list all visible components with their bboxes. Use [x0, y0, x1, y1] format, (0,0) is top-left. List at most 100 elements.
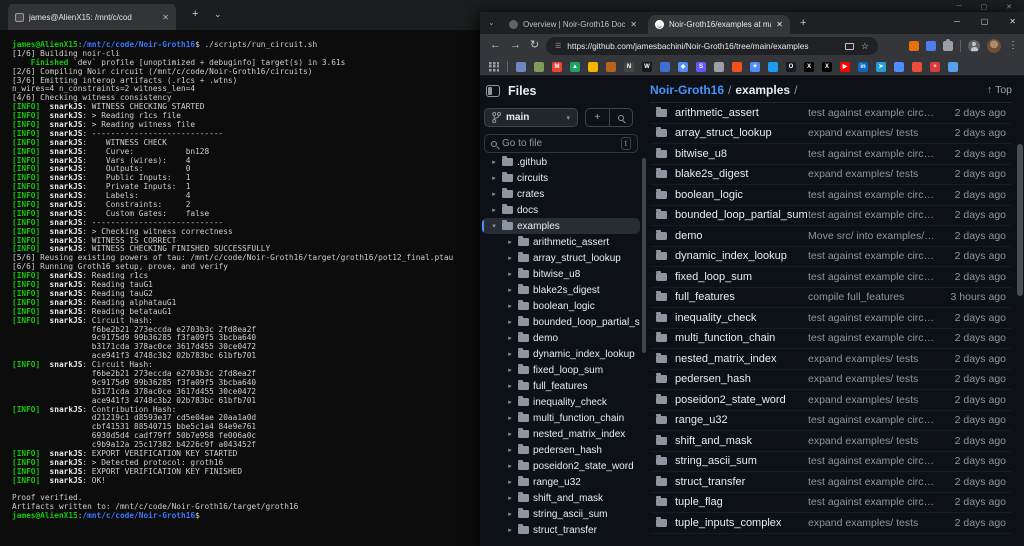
- commit-message-link[interactable]: expand examples/ tests: [808, 394, 944, 406]
- file-name-link[interactable]: pedersen_hash: [675, 373, 751, 385]
- chevron-right-icon[interactable]: ▸: [506, 462, 514, 470]
- tree-item-multi_function_chain[interactable]: ▸multi_function_chain: [482, 410, 640, 426]
- tree-item-pedersen_hash[interactable]: ▸pedersen_hash: [482, 442, 640, 458]
- tree-item-blake2s_digest[interactable]: ▸blake2s_digest: [482, 282, 640, 298]
- add-file-button[interactable]: +: [586, 109, 610, 126]
- branch-selector[interactable]: main ▾: [484, 108, 578, 127]
- tree-item-.github[interactable]: ▸.github: [482, 154, 640, 170]
- commit-message-link[interactable]: test against example circuits: [808, 271, 944, 283]
- commit-message-link[interactable]: test against example circuits: [808, 189, 944, 201]
- file-name-cell[interactable]: struct_transfer: [656, 476, 808, 488]
- browser-close-button[interactable]: ✕: [1009, 17, 1016, 26]
- file-name-link[interactable]: range_u32: [675, 414, 728, 426]
- chevron-right-icon[interactable]: ▸: [506, 446, 514, 454]
- file-name-link[interactable]: boolean_logic: [675, 189, 743, 201]
- forward-button[interactable]: →: [510, 39, 521, 52]
- file-name-link[interactable]: tuple_flag: [675, 496, 723, 508]
- terminal-tab[interactable]: james@AlienX15: /mnt/c/cod ✕: [8, 4, 176, 30]
- commit-message-link[interactable]: expand examples/ tests: [808, 353, 944, 365]
- commit-message-link[interactable]: expand examples/ tests: [808, 435, 944, 447]
- file-name-cell[interactable]: shift_and_mask: [656, 435, 808, 447]
- file-name-cell[interactable]: string_ascii_sum: [656, 455, 808, 467]
- tree-item-full_features[interactable]: ▸full_features: [482, 378, 640, 394]
- file-name-link[interactable]: arithmetic_assert: [675, 107, 759, 119]
- page-scrollbar[interactable]: [1017, 144, 1023, 296]
- commit-message-link[interactable]: test against example circuits: [808, 455, 944, 467]
- file-name-link[interactable]: blake2s_digest: [675, 168, 748, 180]
- tree-item-examples[interactable]: ▾examples: [482, 218, 640, 234]
- file-name-cell[interactable]: tuple_flag: [656, 496, 808, 508]
- file-name-link[interactable]: poseidon2_state_word: [675, 394, 786, 406]
- file-name-link[interactable]: full_features: [675, 291, 735, 303]
- bookmark-favicon[interactable]: ▶: [840, 62, 850, 72]
- terminal-output[interactable]: james@AlienX15:/mnt/c/code/Noir-Groth16$…: [12, 41, 453, 521]
- sidebar-scrollbar[interactable]: [642, 158, 646, 353]
- chevron-right-icon[interactable]: ▸: [490, 206, 498, 214]
- tree-item-boolean_logic[interactable]: ▸boolean_logic: [482, 298, 640, 314]
- terminal-tab-close-icon[interactable]: ✕: [162, 13, 169, 22]
- chevron-right-icon[interactable]: ▸: [506, 430, 514, 438]
- commit-message-link[interactable]: Move src/ into examples/demo: [808, 230, 944, 242]
- tree-item-poseidon2_state_word[interactable]: ▸poseidon2_state_word: [482, 458, 640, 474]
- tree-item-crates[interactable]: ▸crates: [482, 186, 640, 202]
- commit-message-link[interactable]: expand examples/ tests: [808, 373, 944, 385]
- file-name-cell[interactable]: range_u32: [656, 414, 808, 426]
- commit-message-link[interactable]: expand examples/ tests: [808, 168, 944, 180]
- file-name-link[interactable]: struct_transfer: [675, 476, 745, 488]
- file-name-cell[interactable]: inequality_check: [656, 312, 808, 324]
- tree-item-nested_matrix_index[interactable]: ▸nested_matrix_index: [482, 426, 640, 442]
- chevron-right-icon[interactable]: ▸: [506, 398, 514, 406]
- search-code-button[interactable]: [610, 109, 633, 126]
- tab-search-icon[interactable]: ⌄: [488, 18, 495, 27]
- tree-item-array_struct_lookup[interactable]: ▸array_struct_lookup: [482, 250, 640, 266]
- new-tab-button[interactable]: +: [800, 17, 806, 29]
- bookmark-favicon[interactable]: [588, 62, 598, 72]
- file-name-cell[interactable]: tuple_inputs_complex: [656, 517, 808, 529]
- file-name-link[interactable]: dynamic_index_lookup: [675, 250, 787, 262]
- bookmark-favicon[interactable]: [714, 62, 724, 72]
- browser-maximize-button[interactable]: ▢: [981, 17, 989, 26]
- bookmark-favicon[interactable]: in: [858, 62, 868, 72]
- bookmark-favicon[interactable]: [732, 62, 742, 72]
- site-info-icon[interactable]: ☰: [555, 42, 561, 50]
- bookmark-favicon[interactable]: ✦: [750, 62, 760, 72]
- bookmark-favicon[interactable]: S: [696, 62, 706, 72]
- chevron-right-icon[interactable]: ▸: [490, 174, 498, 182]
- bookmark-favicon[interactable]: [894, 62, 904, 72]
- terminal-tab-dropdown-icon[interactable]: ⌄: [214, 9, 222, 20]
- file-name-link[interactable]: bitwise_u8: [675, 148, 727, 160]
- bookmark-favicon[interactable]: [516, 62, 526, 72]
- tree-item-struct_transfer[interactable]: ▸struct_transfer: [482, 522, 640, 538]
- chevron-right-icon[interactable]: ▸: [506, 334, 514, 342]
- extension-icon[interactable]: [926, 41, 936, 51]
- back-to-top-button[interactable]: ↑ Top: [987, 84, 1012, 96]
- file-name-cell[interactable]: bitwise_u8: [656, 148, 808, 160]
- chevron-right-icon[interactable]: ▸: [506, 382, 514, 390]
- commit-message-link[interactable]: test against example circuits: [808, 209, 944, 221]
- bookmark-favicon[interactable]: ▲: [570, 62, 580, 72]
- file-name-cell[interactable]: bounded_loop_partial_sum: [656, 209, 808, 221]
- bookmark-favicon[interactable]: N: [624, 62, 634, 72]
- profile-avatar[interactable]: [987, 39, 1001, 53]
- chevron-right-icon[interactable]: ▸: [506, 350, 514, 358]
- bookmark-favicon[interactable]: [912, 62, 922, 72]
- file-name-link[interactable]: shift_and_mask: [675, 435, 752, 447]
- chevron-right-icon[interactable]: ▸: [490, 158, 498, 166]
- browser-minimize-button[interactable]: ─: [954, 17, 960, 26]
- url-text[interactable]: https://github.com/jamesbachini/Noir-Gro…: [567, 41, 839, 51]
- bookmark-favicon[interactable]: M: [552, 62, 562, 72]
- chevron-right-icon[interactable]: ▸: [506, 302, 514, 310]
- commit-message-link[interactable]: expand examples/ tests: [808, 127, 944, 139]
- reload-button[interactable]: ↻: [530, 39, 539, 52]
- bookmark-favicon[interactable]: X: [822, 62, 832, 72]
- bookmark-favicon[interactable]: [534, 62, 544, 72]
- bookmark-star-icon[interactable]: ☆: [861, 42, 869, 51]
- tree-item-arithmetic_assert[interactable]: ▸arithmetic_assert: [482, 234, 640, 250]
- chevron-right-icon[interactable]: ▸: [506, 526, 514, 534]
- file-name-cell[interactable]: arithmetic_assert: [656, 107, 808, 119]
- tab-close-icon[interactable]: ✕: [630, 20, 637, 29]
- bookmark-favicon[interactable]: ◆: [678, 62, 688, 72]
- bookmark-favicon[interactable]: W: [642, 62, 652, 72]
- tree-item-circuits[interactable]: ▸circuits: [482, 170, 640, 186]
- chevron-right-icon[interactable]: ▸: [506, 494, 514, 502]
